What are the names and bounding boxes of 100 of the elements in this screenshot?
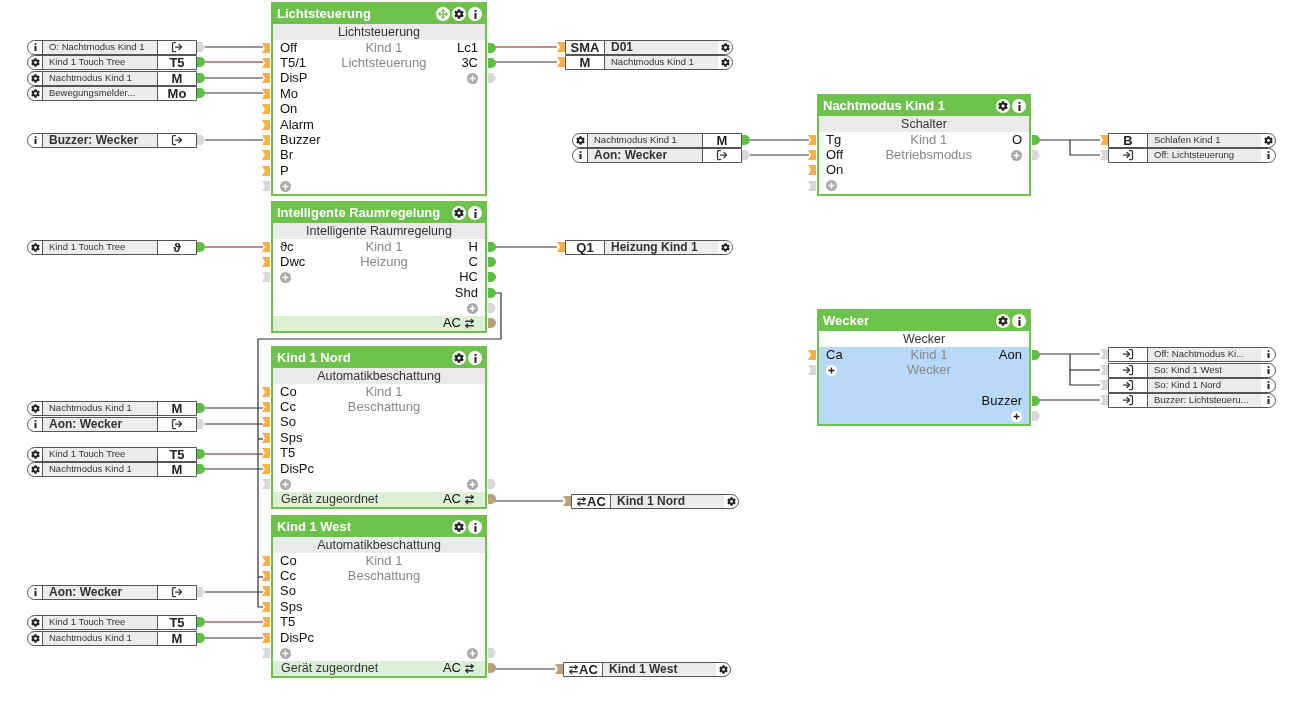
reference-name: Kind 1 Nord	[617, 494, 685, 508]
input-reference[interactable]: Kind 1 Touch Tree T5	[27, 614, 197, 630]
output-port-icon[interactable]	[1032, 349, 1040, 360]
reference-name: Buzzer: Wecker	[49, 133, 139, 147]
settings-icon	[720, 242, 730, 252]
add-icon[interactable]	[826, 364, 837, 376]
output-port-icon[interactable]	[488, 272, 496, 283]
settings-icon	[30, 617, 40, 627]
connector-line	[204, 92, 264, 94]
reference-name: Kind 1 Touch Tree	[49, 240, 126, 254]
output-port-icon[interactable]	[488, 257, 496, 268]
settings-icon[interactable]	[452, 7, 466, 21]
info-icon[interactable]	[468, 206, 482, 220]
output-reference[interactable]: B Schlafen Kind 1	[1108, 132, 1276, 148]
settings-icon	[718, 664, 728, 674]
input-label: P	[280, 163, 289, 178]
info-icon	[578, 151, 582, 159]
add-icon[interactable]	[1011, 410, 1022, 422]
exchange-icon	[576, 495, 588, 507]
output-port-icon[interactable]	[488, 42, 496, 53]
reference-code: M	[716, 133, 728, 147]
info-icon	[33, 420, 37, 428]
output-port-icon[interactable]	[1032, 134, 1040, 145]
info-icon	[1266, 350, 1270, 358]
category-label: Beschattung	[347, 400, 421, 415]
output-port-icon[interactable]	[488, 494, 496, 505]
connector-line	[204, 621, 264, 623]
settings-icon	[30, 242, 40, 252]
settings-icon	[726, 496, 736, 506]
entry-icon	[1122, 379, 1134, 391]
reference-code: Mo	[167, 86, 187, 100]
input-label: Off	[280, 40, 298, 55]
input-reference[interactable]: Nachtmodus Kind 1 M	[27, 630, 197, 646]
info-icon[interactable]	[1012, 99, 1026, 113]
input-reference[interactable]: Nachtmodus Kind 1 M	[572, 132, 742, 148]
output-reference[interactable]: SMA D01	[565, 39, 733, 55]
settings-icon	[30, 449, 40, 459]
input-label: DisP	[280, 71, 308, 86]
info-icon[interactable]	[468, 7, 482, 21]
output-port-icon[interactable]	[488, 58, 496, 69]
reference-name: Off: Lichtsteuerung	[1154, 148, 1235, 162]
exit-icon	[171, 134, 183, 146]
settings-icon[interactable]	[452, 206, 466, 220]
reference-code: M	[171, 462, 183, 476]
info-icon[interactable]	[1012, 314, 1026, 328]
input-reference[interactable]: Kind 1 Touch Tree ϑ	[27, 239, 197, 255]
info-icon	[33, 136, 37, 144]
output-reference[interactable]: AC Kind 1 West	[563, 661, 731, 677]
room-label: Kind 1	[910, 132, 948, 147]
input-label: T5	[280, 615, 296, 630]
input-reference[interactable]: Buzzer: Wecker	[27, 132, 197, 148]
output-port-icon[interactable]	[197, 242, 205, 252]
output-reference[interactable]: Q1 Heizung Kind 1	[565, 239, 733, 255]
output-port-icon[interactable]	[1032, 395, 1040, 406]
input-reference[interactable]: Kind 1 Touch Tree T5	[27, 446, 197, 462]
input-label: DisPc	[280, 461, 314, 476]
reference-name: Aon: Wecker	[49, 585, 123, 599]
output-label: Lc1	[457, 40, 478, 55]
reference-code: T5	[169, 447, 185, 461]
reference-code: T5	[169, 55, 185, 69]
reference-code: B	[1123, 133, 1133, 147]
input-reference[interactable]: Aon: Wecker	[27, 416, 197, 432]
output-reference[interactable]: Off: Nachtmodus Ki...	[1108, 346, 1276, 362]
block-title: Wecker	[823, 312, 869, 331]
settings-icon[interactable]	[452, 351, 466, 365]
input-reference[interactable]: Nachtmodus Kind 1 M	[27, 400, 197, 416]
output-reference[interactable]: AC Kind 1 Nord	[571, 493, 739, 509]
block-title: Intelligente Raumregelung	[277, 204, 441, 223]
output-reference[interactable]: So: Kind 1 West	[1108, 362, 1276, 378]
settings-icon	[1263, 135, 1273, 145]
connector-line	[494, 668, 556, 670]
reference-name: Heizung Kind 1	[611, 240, 698, 254]
reference-name: Buzzer: Lichtsteueru...	[1154, 393, 1249, 407]
output-port-icon[interactable]	[488, 318, 496, 329]
input-label: Ca	[826, 347, 843, 362]
settings-icon[interactable]	[452, 520, 466, 534]
settings-icon[interactable]	[996, 99, 1010, 113]
entry-icon	[1122, 394, 1134, 406]
reference-code: M	[171, 631, 183, 645]
input-reference[interactable]: Aon: Wecker	[27, 584, 197, 600]
settings-icon[interactable]	[996, 314, 1010, 328]
input-reference[interactable]: Nachtmodus Kind 1 M	[27, 70, 197, 86]
output-label: 3C	[461, 56, 478, 71]
reference-name: Schlafen Kind 1	[1154, 133, 1221, 147]
info-icon[interactable]	[468, 351, 482, 365]
output-port-icon[interactable]	[488, 663, 496, 674]
settings-icon	[575, 135, 585, 145]
category-label: Betriebsmodus	[885, 148, 973, 163]
info-icon[interactable]	[468, 520, 482, 534]
category-label: Beschattung	[347, 569, 421, 584]
input-label: Cc	[280, 400, 296, 415]
reference-name: Kind 1 West	[609, 662, 678, 676]
ac-label: AC	[442, 661, 461, 676]
input-label: On	[280, 102, 298, 117]
output-port-icon[interactable]	[488, 287, 496, 298]
connector-line	[494, 61, 558, 63]
reference-name: Nachtmodus Kind 1	[49, 401, 132, 415]
input-reference[interactable]: O: Nachtmodus Kind 1	[27, 39, 197, 55]
output-port-icon[interactable]	[488, 241, 496, 252]
reference-code: AC	[587, 494, 606, 508]
